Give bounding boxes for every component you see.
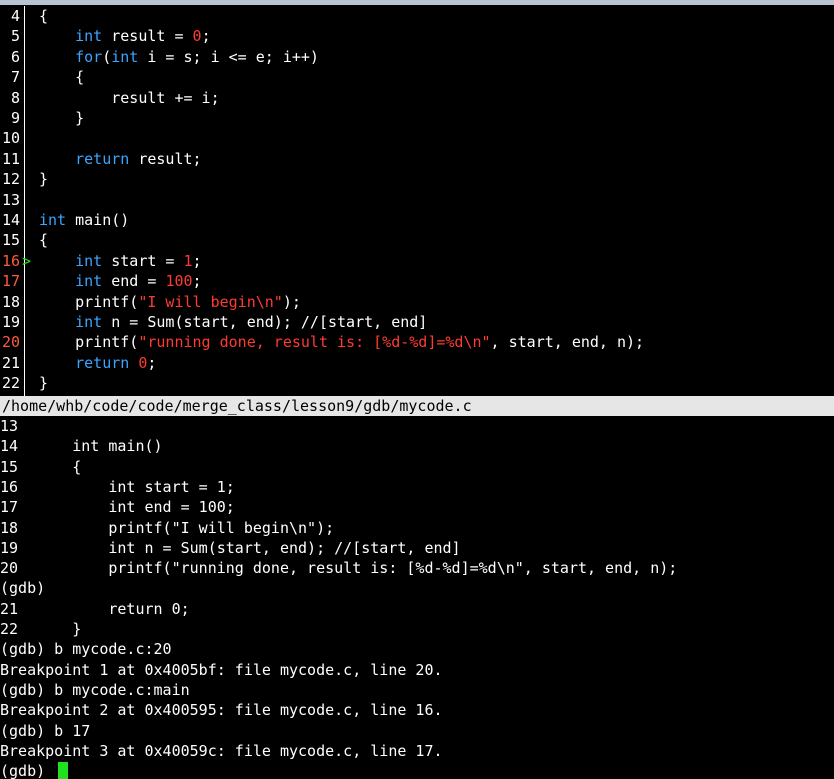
gdb-prompt-line: (gdb): [0, 762, 55, 779]
line-number: 22: [1, 374, 20, 393]
console-output-line: 17 int end = 100;: [0, 498, 235, 517]
breakpoint-line-number: 20: [1, 333, 20, 352]
gdb-prompt-line: (gdb) b 17: [0, 721, 91, 740]
source-code-text: int result = 0;: [75, 27, 211, 46]
source-code-text: }: [39, 170, 49, 189]
gdb-prompt-line: (gdb) b mycode.c:20: [0, 640, 172, 659]
line-number: 7: [10, 68, 20, 87]
source-file-path-bar: /home/whb/code/code/merge_class/lesson9/…: [0, 396, 834, 416]
gdb-command-window[interactable]: 13 14 int main() 15 {16 int start = 1; 17 i…: [0, 416, 834, 779]
console-output-line: 21 return 0;: [0, 599, 190, 618]
source-code-text: }: [39, 374, 49, 393]
console-output-line: 20 printf("running done, result is: [%d-…: [0, 559, 678, 578]
breakpoint-line-number: 17: [1, 272, 20, 291]
line-number: 15: [1, 231, 20, 250]
source-code-text: int main(): [39, 211, 130, 229]
source-code-text: printf("I will begin\n");: [39, 292, 301, 311]
source-code-text: printf("running done, result is: [%d-%d]…: [39, 333, 645, 352]
console-output-line: 18 printf("I will begin\n");: [0, 518, 335, 537]
line-number: 19: [1, 313, 20, 331]
line-number: 10: [1, 129, 20, 148]
source-window[interactable]: 4 {5 int result = 0; 6 for(int i = s; i <=…: [0, 6, 834, 396]
console-output-line: Breakpoint 3 at 0x40059c: file mycode.c,…: [0, 741, 443, 760]
source-code-text: int start = 1;: [75, 251, 202, 270]
gdb-prompt-line: (gdb): [0, 579, 46, 598]
source-code-text: int n = Sum(start, end); //[start, end]: [75, 313, 428, 331]
line-number: 11: [1, 149, 20, 168]
line-number: 5: [10, 27, 20, 46]
console-output-line: 13: [0, 417, 19, 435]
source-code-text: int end = 100;: [75, 272, 202, 291]
source-code-text: return result;: [75, 149, 202, 168]
source-code-text: {: [39, 68, 85, 87]
line-number: 9: [10, 109, 20, 127]
gdb-prompt-line: (gdb) b mycode.c:main: [0, 680, 190, 699]
console-output-line: 14 int main(): [0, 437, 163, 456]
line-number: 21: [1, 353, 20, 372]
line-number: 14: [1, 211, 20, 229]
source-code-text: result += i;: [39, 88, 220, 107]
console-output-line: Breakpoint 2 at 0x400595: file mycode.c,…: [0, 701, 443, 720]
line-number: 12: [1, 170, 20, 189]
console-output-line: 16 int start = 1;: [0, 477, 235, 496]
line-number: 18: [1, 292, 20, 311]
line-number: 6: [10, 47, 20, 66]
line-number: 4: [10, 7, 20, 25]
source-code-text: {: [39, 7, 49, 25]
console-output-line: Breakpoint 1 at 0x4005bf: file mycode.c,…: [0, 660, 443, 679]
current-line-marker-icon: >: [22, 251, 32, 270]
source-code-text: {: [39, 231, 49, 250]
source-code-text: }: [39, 109, 85, 127]
console-output-line: 15 {: [0, 457, 82, 476]
line-number: 8: [10, 88, 20, 107]
console-output-line: 19 int n = Sum(start, end); //[start, en…: [0, 538, 461, 557]
source-code-text: return 0;: [75, 353, 157, 372]
line-number: 13: [1, 190, 20, 209]
source-code-text: for(int i = s; i <= e; i++): [75, 47, 319, 66]
window-top-strip: [0, 0, 834, 5]
breakpoint-line-number: 16: [1, 251, 20, 270]
text-cursor: [58, 762, 68, 779]
source-gutter-border: [24, 6, 25, 396]
console-output-line: 22 }: [0, 620, 82, 638]
